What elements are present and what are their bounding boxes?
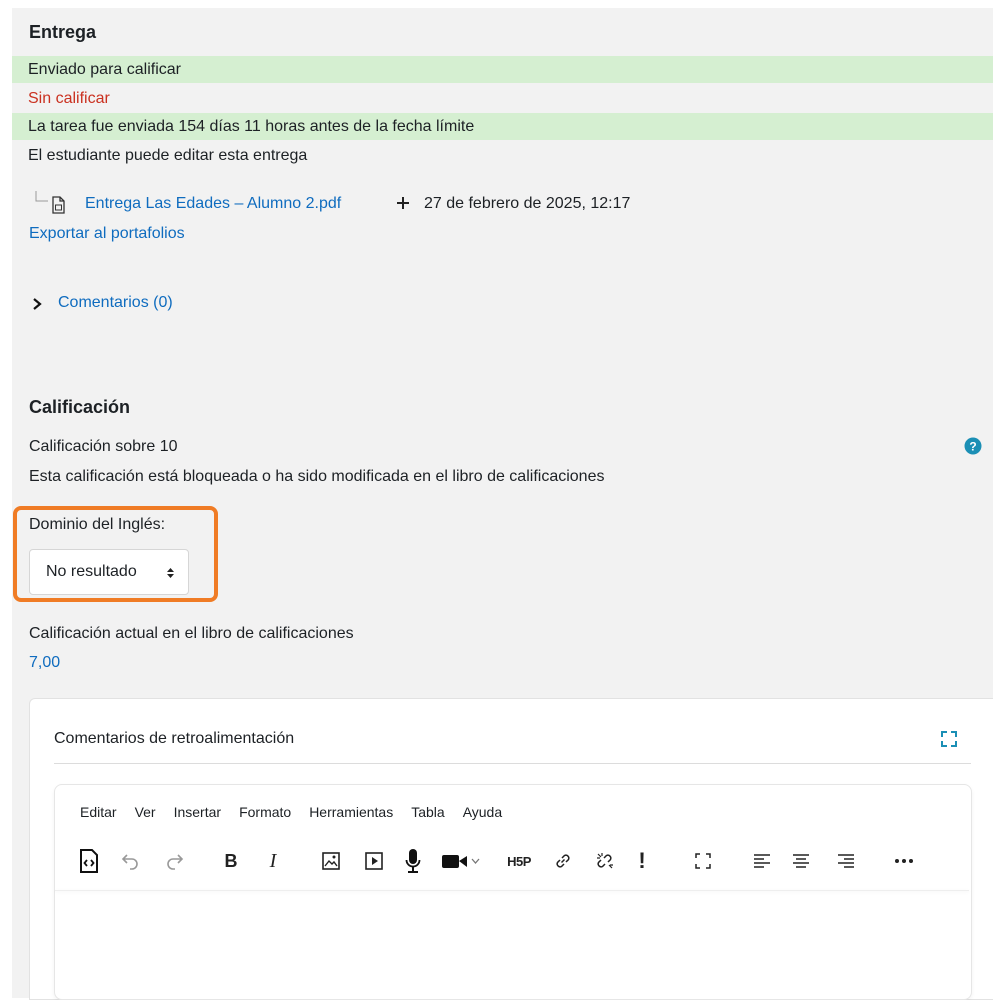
h5p-icon[interactable]: H5P bbox=[503, 846, 535, 876]
submission-status-text: Enviado para calificar bbox=[28, 61, 181, 78]
help-icon[interactable]: ? bbox=[964, 437, 982, 455]
comments-link[interactable]: Comentarios (0) bbox=[58, 294, 173, 312]
menu-tabla[interactable]: Tabla bbox=[411, 804, 444, 820]
editor-content-area[interactable] bbox=[56, 892, 968, 996]
outcome-label: Dominio del Inglés: bbox=[29, 516, 166, 533]
grade-heading: Calificación bbox=[29, 397, 131, 417]
submitted-file-link[interactable]: Entrega Las Edades – Alumno 2.pdf bbox=[85, 195, 341, 213]
link-icon[interactable] bbox=[552, 846, 574, 876]
bold-icon[interactable]: B bbox=[220, 846, 242, 876]
edit-status-text: El estudiante puede editar esta entrega bbox=[28, 147, 308, 164]
current-grade-value[interactable]: 7,00 bbox=[29, 654, 60, 672]
menu-ver[interactable]: Ver bbox=[135, 804, 156, 820]
grading-status-row: Sin calificar bbox=[12, 85, 977, 112]
menu-insertar[interactable]: Insertar bbox=[174, 804, 221, 820]
italic-icon[interactable]: I bbox=[262, 846, 284, 876]
outcome-selected-value: No resultado bbox=[46, 563, 137, 580]
editor-menubar: Editar Ver Insertar Formato Herramientas… bbox=[80, 804, 520, 820]
fullscreen-icon[interactable] bbox=[691, 846, 715, 876]
outcome-select[interactable]: No resultado bbox=[29, 549, 189, 595]
current-grade-label: Calificación actual en el libro de calif… bbox=[29, 625, 354, 642]
record-video-icon[interactable] bbox=[441, 846, 483, 876]
redo-icon[interactable] bbox=[164, 846, 186, 876]
submission-status-row: Enviado para calificar bbox=[12, 56, 993, 83]
undo-icon[interactable] bbox=[119, 846, 141, 876]
grade-locked-note: Esta calificación está bloqueada o ha si… bbox=[29, 468, 605, 485]
align-left-icon[interactable] bbox=[752, 846, 772, 876]
file-date: 27 de febrero de 2025, 12:17 bbox=[424, 195, 631, 212]
record-audio-icon[interactable] bbox=[402, 846, 424, 876]
image-icon[interactable] bbox=[319, 846, 343, 876]
select-arrows-icon bbox=[166, 567, 175, 579]
align-center-icon[interactable] bbox=[791, 846, 811, 876]
time-remaining-text: La tarea fue enviada 154 días 11 horas a… bbox=[28, 118, 475, 135]
grading-status-text: Sin calificar bbox=[28, 90, 110, 107]
feedback-divider bbox=[54, 763, 971, 764]
more-icon[interactable] bbox=[893, 846, 915, 876]
tree-connector bbox=[35, 191, 49, 205]
plus-icon bbox=[396, 196, 410, 210]
edit-status-row: El estudiante puede editar esta entrega bbox=[12, 142, 977, 169]
menu-ayuda[interactable]: Ayuda bbox=[463, 804, 502, 820]
media-icon[interactable] bbox=[362, 846, 386, 876]
align-right-icon[interactable] bbox=[836, 846, 856, 876]
menu-editar[interactable]: Editar bbox=[80, 804, 117, 820]
source-code-icon[interactable] bbox=[77, 846, 101, 876]
menu-formato[interactable]: Formato bbox=[239, 804, 291, 820]
toolbar-divider bbox=[55, 890, 969, 891]
pdf-file-icon bbox=[51, 196, 66, 214]
time-remaining-row: La tarea fue enviada 154 días 11 horas a… bbox=[12, 113, 993, 140]
submission-heading: Entrega bbox=[29, 22, 97, 42]
export-portfolio-link[interactable]: Exportar al portafolios bbox=[29, 225, 185, 243]
svg-text:?: ? bbox=[969, 440, 976, 454]
chevron-right-icon[interactable] bbox=[31, 297, 43, 311]
grade-out-of: Calificación sobre 10 bbox=[29, 438, 178, 455]
exclamation-icon[interactable]: ! bbox=[635, 846, 649, 876]
unlink-icon[interactable] bbox=[593, 846, 617, 876]
menu-herramientas[interactable]: Herramientas bbox=[309, 804, 393, 820]
expand-icon[interactable] bbox=[941, 731, 957, 747]
feedback-label: Comentarios de retroalimentación bbox=[54, 730, 295, 747]
